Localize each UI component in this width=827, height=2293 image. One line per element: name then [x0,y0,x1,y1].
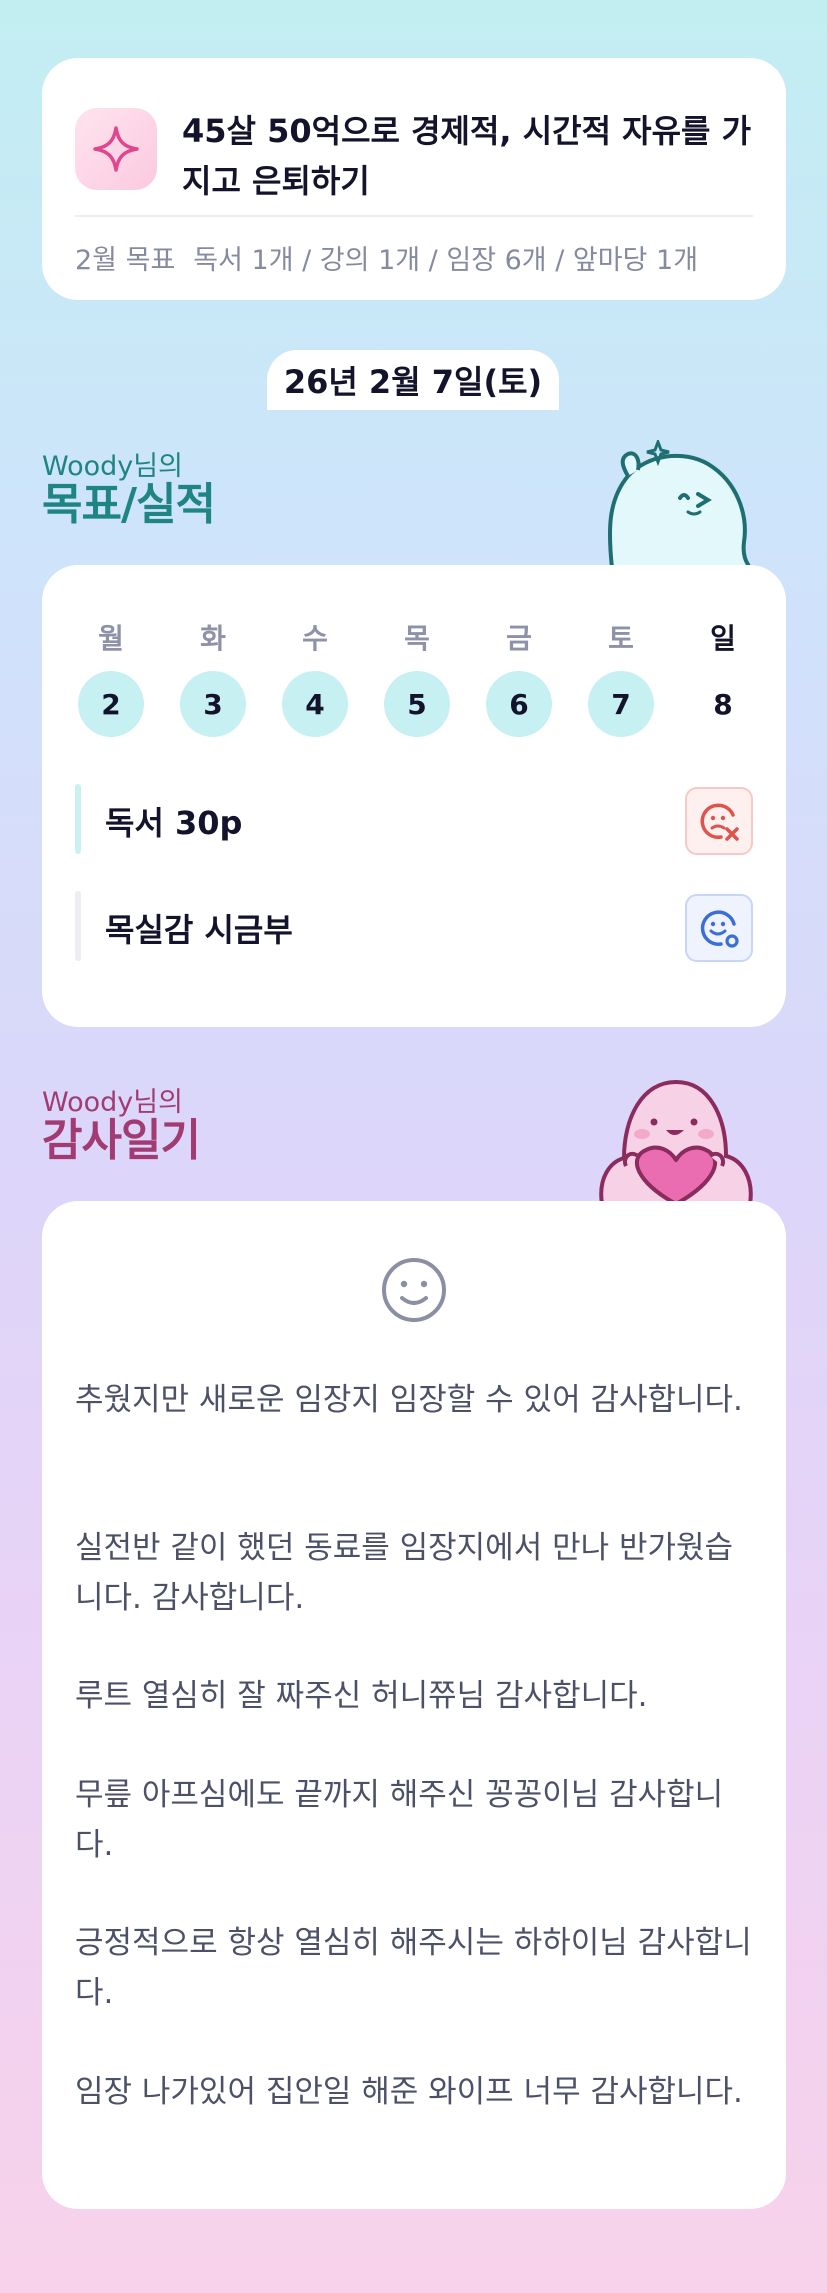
day-number[interactable]: 6 [486,671,552,737]
gratitude-entry: 추웠지만 새로운 임장지 임장할 수 있어 감사합니다. [75,1382,743,1418]
day-label: 목 [404,622,430,655]
monthly-goal-items: 독서 1개 / 강의 1개 / 임장 6개 / 앞마당 1개 [193,245,699,276]
day-label: 수 [302,622,328,655]
day-number[interactable]: 3 [180,671,246,737]
day-number[interactable]: 2 [78,671,144,737]
task-indicator [75,891,81,961]
gratitude-entry: 루트 열심히 잘 짜주신 허니쮸님 감사합니다. [75,1678,648,1714]
section-title: 감사일기 [42,1115,201,1166]
day-label: 토 [608,622,634,655]
smile-face-icon [382,1258,446,1322]
gratitude-entry: 무릎 아프심에도 끝까지 해주신 꽁꽁이님 감사합니다. [75,1777,724,1863]
gratitude-entry: 긍정적으로 항상 열심히 해주시는 하하이님 감사합니다. [75,1925,752,2011]
day-label: 금 [506,622,532,655]
task-label: 독서 30p [105,804,243,842]
gratitude-entry: 실전반 같이 했던 동료를 임장지에서 만나 반가웠습니다. 감사합니다. [75,1530,734,1616]
weekly-progress-card: 월 화 수 목 금 토 일 2 3 4 5 6 7 8 독서 30p 목실감 시… [42,565,786,1027]
section-owner: Woody님의 [42,1087,183,1118]
smile-face-check-icon[interactable] [685,894,753,962]
goal-section-header: Woody님의 목표/실적 [42,451,216,530]
section-title: 목표/실적 [42,479,216,530]
task-label: 목실감 시금부 [105,911,293,949]
heart-mascot-illustration [599,1079,753,1204]
day-label: 화 [200,622,226,655]
task-row[interactable]: 목실감 시금부 [75,891,753,962]
day-number[interactable]: 4 [282,671,348,737]
gratitude-section-header: Woody님의 감사일기 [42,1087,201,1166]
gratitude-entry: 임장 나가있어 집안일 해준 와이프 너무 감사합니다. [75,2074,743,2110]
date-selector[interactable]: 26년 2월 7일(토) [267,350,559,410]
day-label: 일 [710,622,736,655]
day-number[interactable]: 7 [588,671,654,737]
task-row[interactable]: 독서 30p [75,784,753,855]
day-number[interactable]: 5 [384,671,450,737]
divider [75,215,753,217]
goal-title: 45살 50억으로 경제적, 시간적 자유를 가지고 은퇴하기 [182,112,752,200]
sparkle-icon [75,108,157,190]
monthly-goal: 2월 목표 독서 1개 / 강의 1개 / 임장 6개 / 앞마당 1개 [75,238,698,277]
gratitude-diary-card: 추웠지만 새로운 임장지 임장할 수 있어 감사합니다. 실전반 같이 했던 동… [42,1201,786,2209]
task-indicator [75,784,81,854]
day-label: 월 [98,622,124,655]
monthly-goal-label: 2월 목표 [75,245,176,276]
day-number[interactable]: 8 [690,671,756,737]
sad-face-x-icon[interactable] [685,787,753,855]
section-owner: Woody님의 [42,451,183,482]
ghost-mascot-illustration [607,440,753,568]
goal-card[interactable]: 45살 50억으로 경제적, 시간적 자유를 가지고 은퇴하기 2월 목표 독서 … [42,58,786,300]
